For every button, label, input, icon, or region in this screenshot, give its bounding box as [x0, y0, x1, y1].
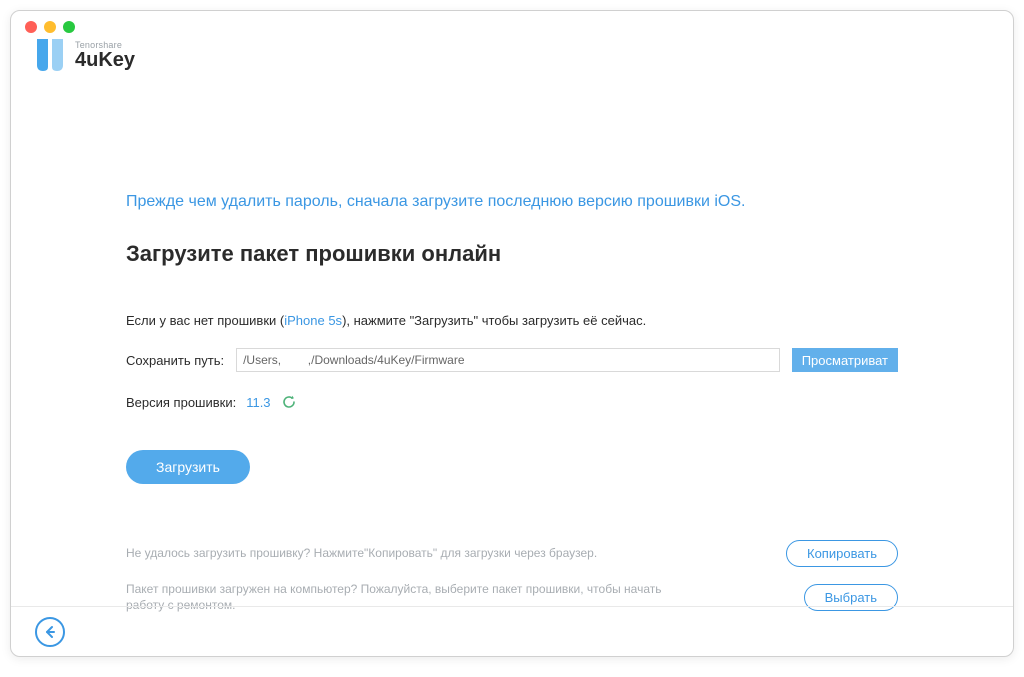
window-controls — [25, 21, 75, 33]
arrow-left-icon — [42, 624, 58, 640]
bottom-bar — [11, 606, 1013, 656]
app-window: Tenorshare 4uKey Прежде чем удалить паро… — [10, 10, 1014, 657]
section-title: Загрузите пакет прошивки онлайн — [126, 241, 898, 267]
device-model-link[interactable]: iPhone 5s — [284, 313, 342, 328]
firmware-hint: Если у вас нет прошивки (iPhone 5s), наж… — [126, 313, 898, 328]
brand-product: 4uKey — [75, 50, 135, 70]
save-path-row: Сохранить путь: Просматриват — [126, 348, 898, 372]
firmware-version-value: 11.3 — [246, 395, 270, 410]
copy-row: Не удалось загрузить прошивку? Нажмите"К… — [126, 540, 898, 567]
refresh-icon[interactable] — [281, 394, 297, 410]
save-path-input[interactable] — [236, 348, 780, 372]
close-icon[interactable] — [25, 21, 37, 33]
main-content: Прежде чем удалить пароль, сначала загру… — [11, 73, 1013, 613]
minimize-icon[interactable] — [44, 21, 56, 33]
info-message: Прежде чем удалить пароль, сначала загру… — [126, 193, 898, 211]
brand-logo-icon — [33, 37, 67, 73]
copy-hint-text: Не удалось загрузить прошивку? Нажмите"К… — [126, 545, 597, 561]
hint-prefix: Если у вас нет прошивки ( — [126, 313, 284, 328]
brand: Tenorshare 4uKey — [11, 33, 1013, 73]
browse-button[interactable]: Просматриват — [792, 348, 898, 372]
download-button[interactable]: Загрузить — [126, 450, 250, 484]
back-button[interactable] — [35, 617, 65, 647]
copy-button[interactable]: Копировать — [786, 540, 898, 567]
save-path-label: Сохранить путь: — [126, 353, 224, 368]
hint-suffix: ), нажмите "Загрузить" чтобы загрузить е… — [342, 313, 646, 328]
firmware-version-label: Версия прошивки: — [126, 395, 236, 410]
firmware-version-row: Версия прошивки: 11.3 — [126, 394, 898, 410]
maximize-icon[interactable] — [63, 21, 75, 33]
titlebar — [11, 11, 1013, 33]
